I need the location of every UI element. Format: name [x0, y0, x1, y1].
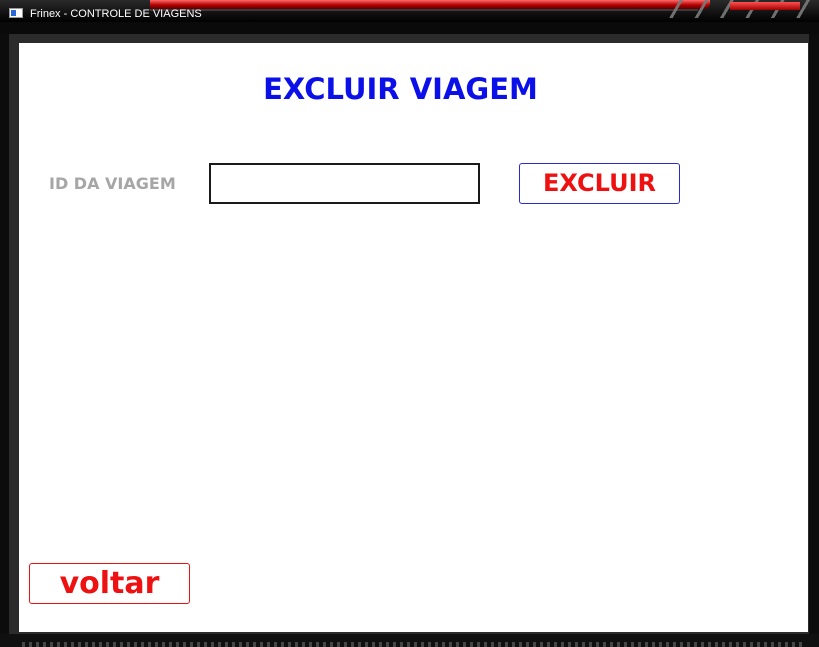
form-panel: EXCLUIR VIAGEM ID DA VIAGEM EXCLUIR volt… — [19, 43, 808, 632]
app-window: Frinex - CONTROLE DE VIAGENS EXCLUIR VIA… — [0, 0, 819, 647]
window-title: Frinex - CONTROLE DE VIAGENS — [30, 8, 202, 20]
trip-id-input[interactable] — [209, 163, 480, 204]
trip-id-label: ID DA VIAGEM — [49, 174, 176, 193]
window-frame-top — [0, 22, 819, 34]
title-bar-decoration — [150, 0, 710, 9]
back-button[interactable]: voltar — [29, 563, 190, 604]
delete-button[interactable]: EXCLUIR — [519, 163, 680, 204]
app-window-icon — [9, 8, 23, 18]
page-title: EXCLUIR VIAGEM — [263, 72, 538, 106]
title-bar-accent — [730, 2, 800, 10]
status-strip-text — [22, 642, 802, 647]
title-bar[interactable]: Frinex - CONTROLE DE VIAGENS — [0, 0, 819, 22]
title-bar-decoration-edge — [150, 9, 698, 11]
